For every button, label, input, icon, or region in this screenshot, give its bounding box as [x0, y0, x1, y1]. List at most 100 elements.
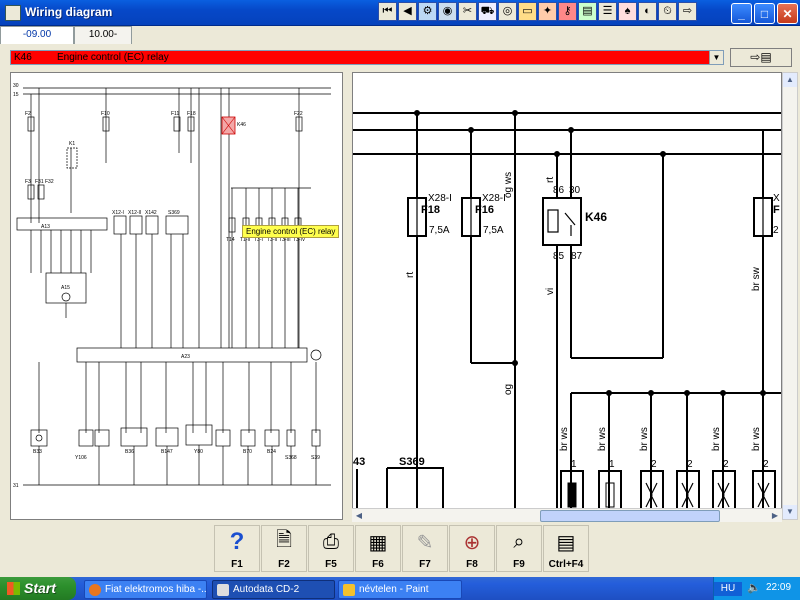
- f9-zoom-tool-button[interactable]: ⌕ F9: [496, 525, 542, 572]
- f1-help-button[interactable]: ? F1: [214, 525, 260, 572]
- tab-before-09-00[interactable]: -09.00: [0, 26, 74, 44]
- right-fuse-rating: 2: [773, 225, 779, 236]
- exit-icon[interactable]: ⇨: [678, 2, 697, 21]
- component-name: Engine control (EC) relay: [57, 52, 169, 63]
- tab-after-10-00[interactable]: 10.00-: [74, 26, 132, 44]
- t14-label: T14: [226, 237, 235, 243]
- clock-icon[interactable]: ⏲: [658, 2, 677, 21]
- task-paint[interactable]: névtelen - Paint: [338, 580, 462, 599]
- detail-panel[interactable]: F18 X28-I 7,5A F16 X28-I 7,5A K46 86 30 …: [352, 72, 782, 520]
- b36-label: B36: [125, 449, 134, 455]
- wiper-icon[interactable]: ◐: [638, 2, 657, 21]
- f32-label: F32: [45, 179, 54, 185]
- relay-pin-87: 87: [571, 251, 583, 262]
- maximize-button[interactable]: □: [754, 3, 775, 24]
- wire-vi: vi: [545, 288, 556, 295]
- minimize-button[interactable]: _: [731, 3, 752, 24]
- label-43: 43: [353, 456, 365, 468]
- first-page-icon[interactable]: ⏮: [378, 2, 397, 21]
- f6-component-list-button[interactable]: ▦ F6: [355, 525, 401, 572]
- language-indicator[interactable]: HU: [714, 582, 742, 596]
- scroll-up-icon[interactable]: ▲: [783, 73, 797, 87]
- pin-1b: 1: [609, 459, 615, 470]
- right-fuse-connector: X: [773, 193, 780, 204]
- f11-label: F11: [171, 111, 179, 117]
- wire-br-ws-2: br ws: [597, 427, 608, 451]
- pin-2b: 2: [687, 459, 693, 470]
- car-icon[interactable]: ⛟: [478, 2, 497, 21]
- gauge-icon[interactable]: ▤: [578, 2, 597, 21]
- vertical-scrollbar[interactable]: ▲ ▼: [782, 72, 798, 520]
- firefox-icon: [89, 584, 101, 596]
- label-s369: S369: [399, 456, 425, 468]
- f22-label: F22: [294, 111, 303, 117]
- tire-icon[interactable]: ◎: [498, 2, 517, 21]
- b33-label: B33: [33, 449, 42, 455]
- wire-br-ws-1: br ws: [559, 427, 570, 451]
- scroll-left-icon[interactable]: ◀: [352, 510, 366, 522]
- autodata-icon: [217, 584, 229, 596]
- f2-label: F2: [25, 111, 31, 117]
- zoom-component-icon: ⊕: [463, 531, 481, 554]
- y106-label: Y106: [75, 455, 87, 461]
- right-fuse-code: F: [773, 204, 780, 216]
- function-key-bar: ? F1 🗎 F2 ⎙ F5 ▦ F6 ✎ F7 ⊕ F8 ⌕ F9 ▤ Ctr…: [0, 522, 800, 574]
- a13-label: A13: [41, 224, 50, 230]
- f16-code: F16: [475, 204, 494, 216]
- f5-print-button[interactable]: ⎙ F5: [308, 525, 354, 572]
- horizontal-scroll-thumb[interactable]: [540, 510, 720, 522]
- start-button[interactable]: Start: [0, 577, 76, 600]
- k46-code: K46: [585, 210, 607, 224]
- toolbar: ⏮ ◀ ⚙ ◉ ✂ ⛟ ◎ ▭ ✦ ⚷ ▤ ☰ ♠ ◐ ⏲ ⇨: [378, 2, 698, 23]
- battery-icon[interactable]: ▭: [518, 2, 537, 21]
- f3-label: F3: [25, 179, 31, 185]
- component-bar: K46 Engine control (EC) relay ▼ ⇨▤: [0, 44, 800, 72]
- a23-label: A23: [181, 354, 190, 360]
- fan-icon[interactable]: ♠: [618, 2, 637, 21]
- s369-overview-label: S369: [168, 210, 180, 216]
- pin-2a: 2: [651, 459, 657, 470]
- relay-pin-85: 85: [553, 251, 565, 262]
- x12-i-label: X12-I: [112, 210, 124, 216]
- tools-icon[interactable]: ✂: [458, 2, 477, 21]
- print-preview-icon: 🗎: [275, 529, 293, 551]
- lamp-icon[interactable]: ✦: [538, 2, 557, 21]
- component-select[interactable]: K46 Engine control (EC) relay ▼: [10, 50, 724, 65]
- x142-label: X142: [145, 210, 157, 216]
- wire-br-ws-5: br ws: [751, 427, 762, 451]
- taskbar: Start Fiat elektromos hiba -... Autodata…: [0, 577, 800, 600]
- overview-diagram: 30 15 31 K46 A13 A15 A23 B33 B36 B147 Y8…: [13, 83, 331, 489]
- scroll-right-icon[interactable]: ▶: [768, 510, 782, 522]
- engine-icon[interactable]: ⚙: [418, 2, 437, 21]
- app-icon: [5, 5, 21, 21]
- chevron-down-icon[interactable]: ▼: [709, 51, 723, 64]
- close-button[interactable]: ✕: [777, 3, 798, 24]
- volume-icon[interactable]: 🔈: [747, 581, 761, 594]
- tab-strip: -09.00 10.00-: [0, 26, 800, 44]
- task-fiat-elektromos[interactable]: Fiat elektromos hiba -...: [84, 580, 207, 599]
- b147-label: B147: [161, 449, 173, 455]
- pen-icon: ✎: [416, 531, 434, 554]
- s368-label: S368: [285, 455, 297, 461]
- overview-panel[interactable]: 30 15 31 K46 A13 A15 A23 B33 B36 B147 Y8…: [10, 72, 343, 520]
- key-icon[interactable]: ⚷: [558, 2, 577, 21]
- horizontal-scrollbar[interactable]: ◀ ▶: [352, 508, 782, 522]
- f8-zoom-component-button[interactable]: ⊕ F8: [449, 525, 495, 572]
- clock: 22:09: [766, 582, 792, 593]
- f2-print-preview-button[interactable]: 🗎 F2: [261, 525, 307, 572]
- wire-br-ws-3: br ws: [639, 427, 650, 451]
- f18-connector: X28-I: [428, 193, 452, 204]
- scroll-down-icon[interactable]: ▼: [783, 505, 797, 519]
- help-question-icon: ?: [229, 528, 245, 555]
- x12-ii-label: X12-II: [128, 210, 141, 216]
- prev-page-icon[interactable]: ◀: [398, 2, 417, 21]
- airbag-icon[interactable]: ☰: [598, 2, 617, 21]
- f18-code: F18: [421, 204, 440, 216]
- f7-pen-button[interactable]: ✎ F7: [402, 525, 448, 572]
- ctrl-f4-table-button[interactable]: ▤ Ctrl+F4: [543, 525, 589, 572]
- wheel-icon[interactable]: ◉: [438, 2, 457, 21]
- rail-30-label: 30: [13, 83, 19, 89]
- task-autodata[interactable]: Autodata CD-2: [212, 580, 335, 599]
- goto-component-button[interactable]: ⇨▤: [730, 48, 792, 67]
- detail-diagram: F18 X28-I 7,5A F16 X28-I 7,5A K46 86 30 …: [353, 110, 781, 514]
